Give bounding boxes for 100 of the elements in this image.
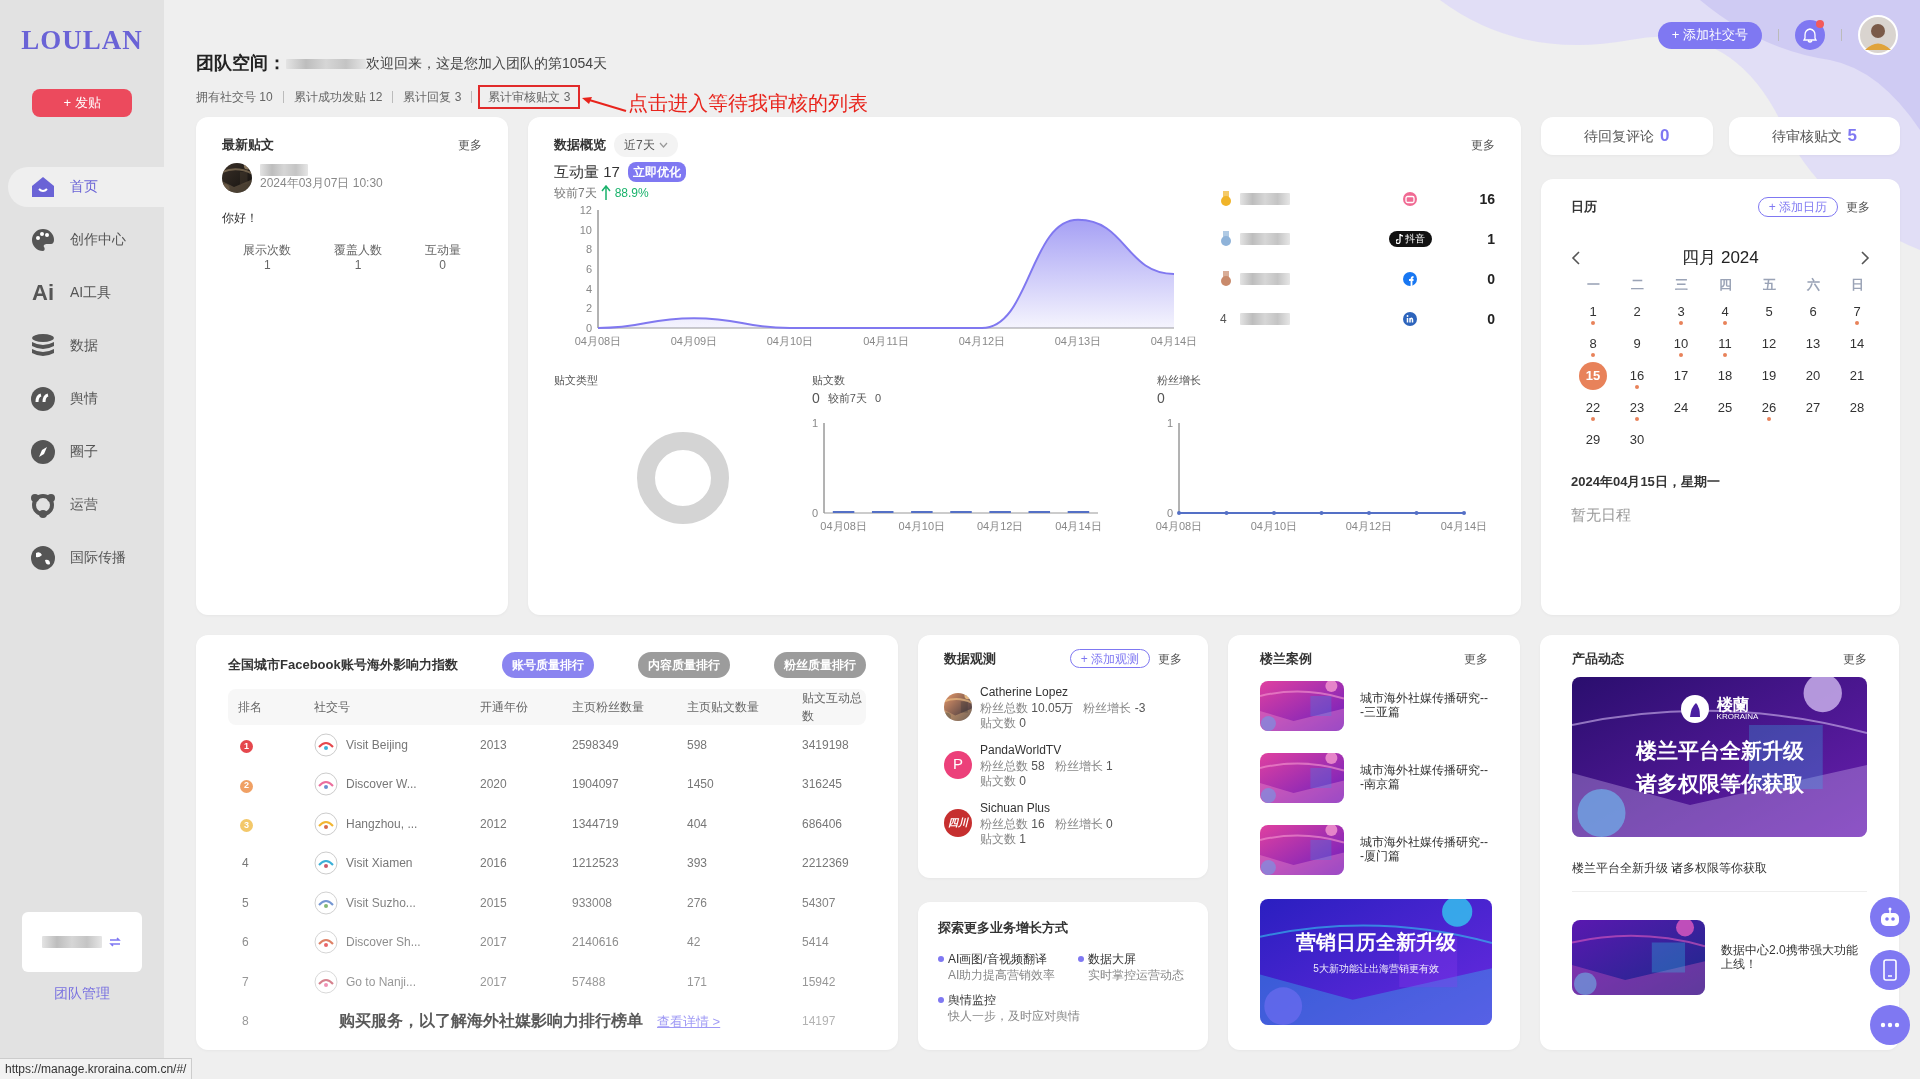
more-options-button[interactable] <box>1870 1005 1910 1045</box>
sidebar-item[interactable]: 首页 <box>8 166 164 207</box>
post-button[interactable]: + 发贴 <box>32 88 132 117</box>
sidebar-item[interactable]: Ai AI工具 <box>8 272 164 313</box>
more-link[interactable]: 更多 <box>1846 198 1870 216</box>
product-caption[interactable]: 楼兰平台全新升级 诸多权限等你获取 <box>1572 858 1867 892</box>
table-cell-text: 2013 <box>480 736 508 754</box>
calendar-day[interactable]: 28 <box>1835 394 1879 426</box>
calendar-day[interactable]: 22 <box>1571 394 1615 426</box>
calendar-day[interactable]: 19 <box>1747 362 1791 394</box>
case-title[interactable]: 城市海外社媒传播研究---南京篇 <box>1360 763 1488 792</box>
calendar-day[interactable]: 8 <box>1571 330 1615 362</box>
section-title: 粉丝增长 <box>1157 372 1202 388</box>
optimize-button[interactable]: 立即优化 <box>627 162 686 183</box>
calendar-day[interactable]: 21 <box>1835 362 1879 394</box>
account-name: Catherine Lopez <box>980 683 1070 701</box>
more-link[interactable]: 更多 <box>1158 649 1182 668</box>
calendar-day[interactable]: 10 <box>1659 330 1703 362</box>
calendar-day[interactable]: 7 <box>1835 298 1879 330</box>
account-value: 0 <box>1487 309 1495 329</box>
calendar-day[interactable]: 26 <box>1747 394 1791 426</box>
product-news-title[interactable]: 数据中心2.0携带强大功能上线！ <box>1721 942 1867 972</box>
table-cell-text: 2015 <box>480 894 508 912</box>
rank-badge: 3 <box>240 819 253 832</box>
calendar-day[interactable]: 14 <box>1835 330 1879 362</box>
calendar-day[interactable]: 4 <box>1703 298 1747 330</box>
phone-icon <box>1882 959 1898 981</box>
account-name: Sichuan Plus <box>980 799 1052 817</box>
stat-link[interactable]: 拥有社交号 10 <box>196 88 273 106</box>
pending-counter[interactable]: 待审核贴文 5 <box>1728 117 1900 155</box>
calendar-day[interactable]: 6 <box>1791 298 1835 330</box>
calendar-day[interactable]: 2 <box>1615 298 1659 330</box>
calendar-day[interactable]: 25 <box>1703 394 1747 426</box>
calendar-day[interactable]: 24 <box>1659 394 1703 426</box>
account-name: PandaWorldTV <box>980 741 1063 759</box>
month-title: 四月 2024 <box>1682 247 1759 269</box>
case-title[interactable]: 城市海外社媒传播研究---厦门篇 <box>1360 835 1488 864</box>
calendar-day[interactable]: 11 <box>1703 330 1747 362</box>
fans-value: 16 <box>1031 816 1045 831</box>
stat-link[interactable]: 累计成功发贴 12 <box>293 88 383 106</box>
calendar-day[interactable]: 29 <box>1571 426 1615 458</box>
calendar-day[interactable]: 17 <box>1659 362 1703 394</box>
calendar-day[interactable]: 16 <box>1615 362 1659 394</box>
rank-number: 8 <box>242 1014 249 1029</box>
account-logo <box>314 930 338 955</box>
data-point <box>1224 511 1229 515</box>
database-icon <box>30 332 56 359</box>
more-link[interactable]: 更多 <box>1471 136 1495 154</box>
range-dropdown[interactable]: 近7天 <box>614 133 678 157</box>
sidebar-item[interactable]: 圈子 <box>8 431 164 472</box>
card-title: 全国城市Facebook账号海外影响力指数 <box>228 656 458 675</box>
calendar-day[interactable]: 1 <box>1571 298 1615 330</box>
sidebar-item[interactable]: 运营 <box>8 484 164 525</box>
pending-counter[interactable]: 待回复评论 0 <box>1541 117 1713 155</box>
case-title[interactable]: 城市海外社媒传播研究---三亚篇 <box>1360 691 1488 720</box>
caret-icon <box>658 142 668 148</box>
axis-label: 2 <box>585 301 592 314</box>
banner-headline: 诸多权限等你获取 <box>1634 771 1805 797</box>
calendar-day[interactable]: 5 <box>1747 298 1791 330</box>
calendar-day[interactable]: 23 <box>1615 394 1659 426</box>
avatar-icon <box>1858 15 1898 55</box>
feature-title[interactable]: AI画图/音视频翻译 <box>948 949 1056 968</box>
calendar-day[interactable]: 12 <box>1747 330 1791 362</box>
weekday-label: 二 <box>1629 275 1645 294</box>
sidebar-item[interactable]: 国际传播 <box>8 537 164 578</box>
account-logo <box>314 890 338 915</box>
robot-button[interactable] <box>1870 897 1910 937</box>
rank-number: 7 <box>242 974 249 989</box>
add-calendar-button[interactable]: + 添加日历 <box>1757 197 1838 217</box>
calendar-day[interactable]: 27 <box>1791 394 1835 426</box>
weekday-label: 六 <box>1805 275 1821 294</box>
axis-label: 0 <box>585 321 592 334</box>
stat-link[interactable]: 累计审核贴文 3 <box>478 85 581 109</box>
table-cell-text: 57488 <box>572 973 607 991</box>
calendar-day[interactable]: 30 <box>1615 426 1659 458</box>
sidebar-item[interactable]: 数据 <box>8 325 164 366</box>
rank-badge: 2 <box>240 779 253 793</box>
more-link[interactable]: 更多 <box>1464 649 1488 669</box>
feature-subtitle: 快人一步，及时应对舆情 <box>948 1008 1080 1024</box>
calendar-day[interactable]: 3 <box>1659 298 1703 330</box>
empty-schedule-text: 暂无日程 <box>1571 504 1632 525</box>
sidebar-item[interactable]: 舆情 <box>8 378 164 419</box>
account-logo <box>314 811 338 836</box>
table-cell-text: 2017 <box>480 973 508 991</box>
blurred-name <box>1240 233 1290 245</box>
sidebar-item[interactable]: 创作中心 <box>8 219 164 260</box>
add-observation-button[interactable]: + 添加观测 <box>1069 649 1150 669</box>
more-link[interactable]: 更多 <box>1843 649 1867 669</box>
axis-label: 04月10日 <box>1250 520 1298 532</box>
feature-title[interactable]: 舆情监控 <box>948 990 1080 1009</box>
calendar-day[interactable]: 9 <box>1615 330 1659 362</box>
mobile-button[interactable] <box>1870 950 1910 990</box>
growth-value: -3 <box>1134 700 1146 715</box>
stat-link[interactable]: 累计回复 3 <box>403 88 462 106</box>
feature-title[interactable]: 数据大屏 <box>1088 949 1184 968</box>
more-link[interactable]: 更多 <box>458 135 482 155</box>
calendar-day[interactable]: 18 <box>1703 362 1747 394</box>
calendar-day[interactable]: 13 <box>1791 330 1835 362</box>
calendar-day[interactable]: 20 <box>1791 362 1835 394</box>
table-cell-text: 1450 <box>687 776 715 794</box>
